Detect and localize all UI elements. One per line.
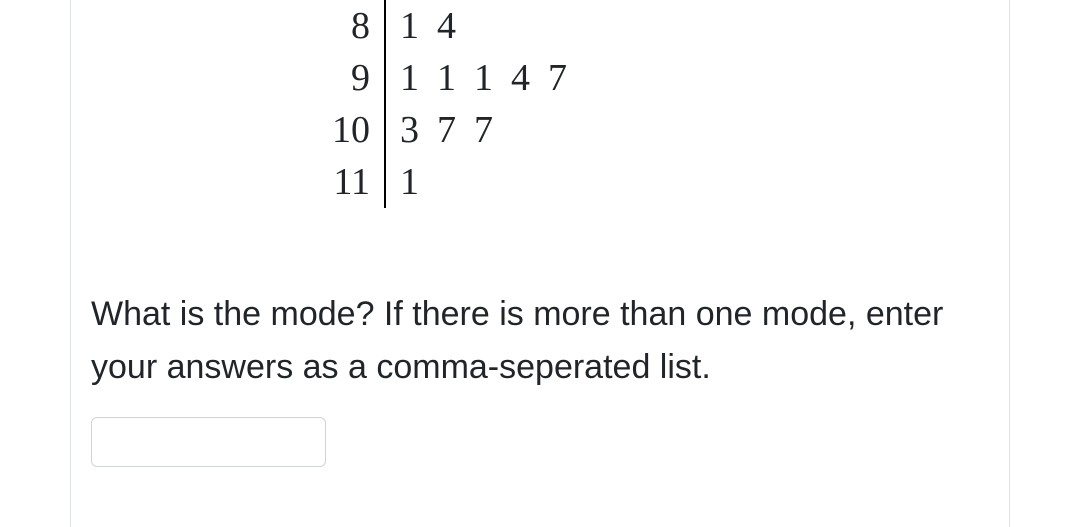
stemplot-row: 8 1 4 [326,0,989,52]
stemplot-row: 10 3 7 7 [326,104,989,156]
leaf-cell: 1 [400,4,419,48]
leaf-cell: 7 [548,56,567,100]
leaves-group: 1 4 [386,0,456,52]
leaf-cell: 1 [437,56,456,100]
stem-cell: 11 [326,156,386,208]
stem-cell: 8 [326,0,386,52]
stem-leaf-plot: 8 1 4 9 1 1 1 4 7 10 3 7 7 11 [326,0,989,208]
question-text: What is the mode? If there is more than … [91,288,989,393]
leaves-group: 1 [386,156,419,208]
leaves-group: 1 1 1 4 7 [386,52,567,104]
stem-cell: 9 [326,52,386,104]
leaf-cell: 7 [474,108,493,152]
leaves-group: 3 7 7 [386,104,493,156]
stem-cell: 10 [326,104,386,156]
leaf-cell: 3 [400,108,419,152]
stemplot-row: 11 1 [326,156,989,208]
leaf-cell: 1 [400,56,419,100]
stemplot-row: 9 1 1 1 4 7 [326,52,989,104]
question-card: 8 1 4 9 1 1 1 4 7 10 3 7 7 11 [70,0,1010,527]
leaf-cell: 7 [437,108,456,152]
leaf-cell: 4 [437,4,456,48]
leaf-cell: 1 [474,56,493,100]
leaf-cell: 1 [400,160,419,204]
leaf-cell: 4 [511,56,530,100]
mode-answer-input[interactable] [91,417,326,467]
